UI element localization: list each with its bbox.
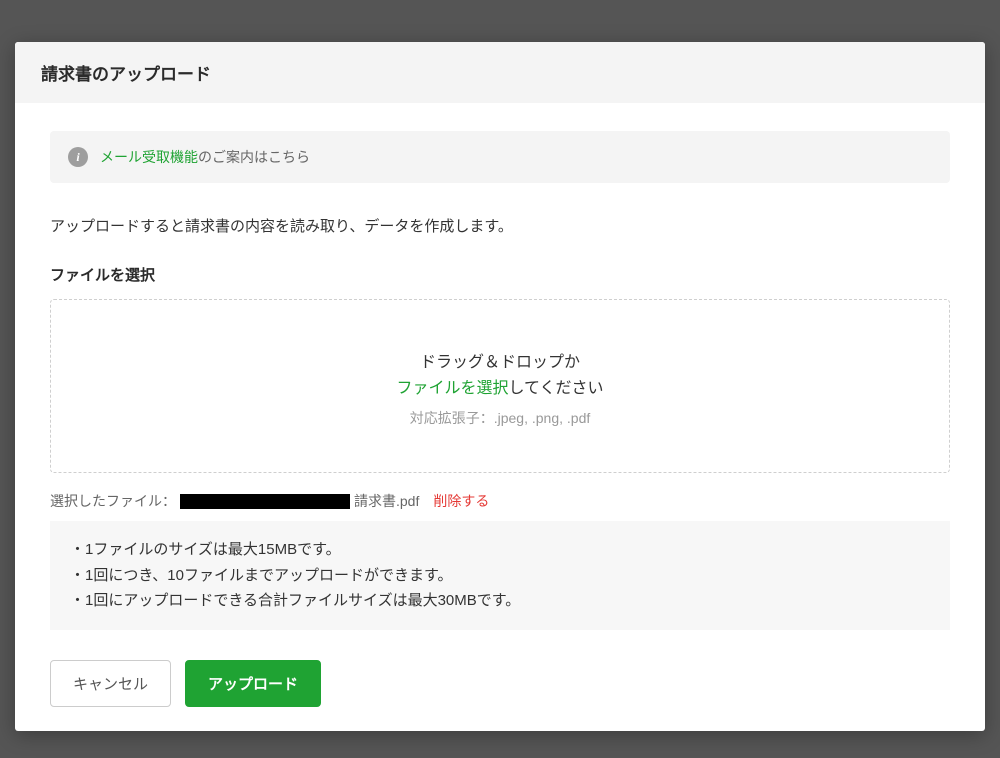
mail-receive-info-banner[interactable]: i メール受取機能のご案内はこちら [50,131,950,183]
modal-footer: キャンセル アップロード [15,630,985,731]
dropzone-line2: ファイルを選択してください [71,374,929,398]
selected-file-redacted [180,494,350,509]
info-banner-text: メール受取機能のご案内はこちら [100,147,310,167]
selected-file-suffix: 請求書.pdf [354,491,419,511]
delete-file-link[interactable]: 削除する [433,491,489,511]
rule-item: ・1回にアップロードできる合計ファイルサイズは最大30MBです。 [70,588,930,614]
file-select-link[interactable]: ファイルを選択 [396,380,508,397]
upload-description: アップロードすると請求書の内容を読み取り、データを作成します。 [50,215,950,236]
dropzone-line1: ドラッグ＆ドロップか [71,348,929,372]
upload-rules: ・1ファイルのサイズは最大15MBです。 ・1回につき、10ファイルまでアップロ… [50,521,950,630]
rule-item: ・1回につき、10ファイルまでアップロードができます。 [70,563,930,589]
mail-receive-link[interactable]: メール受取機能 [100,149,198,165]
rule-item: ・1ファイルのサイズは最大15MBです。 [70,537,930,563]
cancel-button[interactable]: キャンセル [50,660,171,707]
dropzone-line2-rest: してください [508,380,603,397]
upload-button[interactable]: アップロード [185,660,321,707]
info-banner-rest: のご案内はこちら [198,149,310,165]
modal-header: 請求書のアップロード [15,42,985,103]
modal-body: i メール受取機能のご案内はこちら アップロードすると請求書の内容を読み取り、デ… [15,103,985,630]
file-select-label: ファイルを選択 [50,264,950,285]
selected-file-row: 選択したファイル： 請求書.pdf 削除する [50,491,950,511]
info-icon: i [68,147,88,167]
upload-invoice-modal: 請求書のアップロード i メール受取機能のご案内はこちら アップロードすると請求… [15,42,985,731]
selected-file-label: 選択したファイル： [50,491,176,511]
modal-title: 請求書のアップロード [41,60,959,85]
file-dropzone[interactable]: ドラッグ＆ドロップか ファイルを選択してください 対応拡張子：.jpeg, .p… [50,299,950,473]
dropzone-extensions: 対応拡張子：.jpeg, .png, .pdf [71,408,929,428]
